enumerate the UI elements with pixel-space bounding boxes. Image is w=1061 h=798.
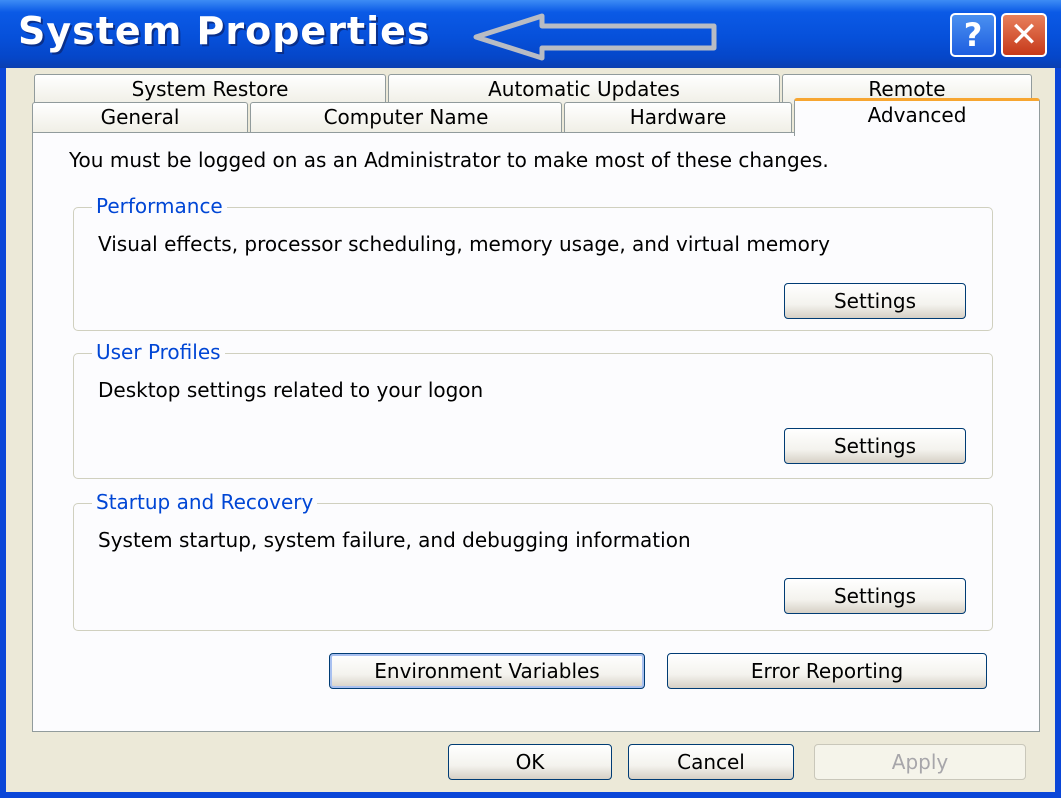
performance-group: Performance Visual effects, processor sc… [73, 194, 993, 331]
environment-variables-button[interactable]: Environment Variables [329, 653, 645, 689]
system-properties-window: System Properties ? ✕ System Restore Aut… [0, 0, 1061, 798]
user-profiles-group: User Profiles Desktop settings related t… [73, 340, 993, 479]
title-bar[interactable]: System Properties ? ✕ [0, 0, 1061, 68]
error-reporting-button[interactable]: Error Reporting [667, 653, 987, 689]
ok-button[interactable]: OK [448, 744, 612, 780]
startup-recovery-group: Startup and Recovery System startup, sys… [73, 490, 993, 631]
tab-advanced[interactable]: Advanced [794, 98, 1040, 136]
startup-recovery-description: System startup, system failure, and debu… [98, 528, 691, 552]
startup-recovery-settings-button[interactable]: Settings [784, 578, 966, 614]
admin-notice: You must be logged on as an Administrato… [69, 148, 829, 172]
user-profiles-settings-button[interactable]: Settings [784, 428, 966, 464]
tab-system-restore[interactable]: System Restore [34, 74, 386, 104]
advanced-tab-panel: You must be logged on as an Administrato… [32, 132, 1040, 732]
performance-settings-button[interactable]: Settings [784, 283, 966, 319]
cancel-button[interactable]: Cancel [628, 744, 794, 780]
tab-computer-name[interactable]: Computer Name [250, 102, 562, 132]
tab-hardware[interactable]: Hardware [564, 102, 792, 132]
startup-recovery-legend: Startup and Recovery [92, 490, 318, 514]
user-profiles-description: Desktop settings related to your logon [98, 378, 484, 402]
apply-button[interactable]: Apply [814, 744, 1026, 780]
window-title: System Properties [18, 9, 431, 53]
close-button[interactable]: ✕ [1001, 13, 1047, 57]
tab-general[interactable]: General [32, 102, 248, 132]
tab-automatic-updates[interactable]: Automatic Updates [388, 74, 780, 104]
performance-description: Visual effects, processor scheduling, me… [98, 232, 830, 256]
user-profiles-legend: User Profiles [92, 340, 225, 364]
performance-legend: Performance [92, 194, 227, 218]
dialog-body: System Restore Automatic Updates Remote … [6, 68, 1055, 792]
help-button[interactable]: ? [950, 13, 996, 57]
